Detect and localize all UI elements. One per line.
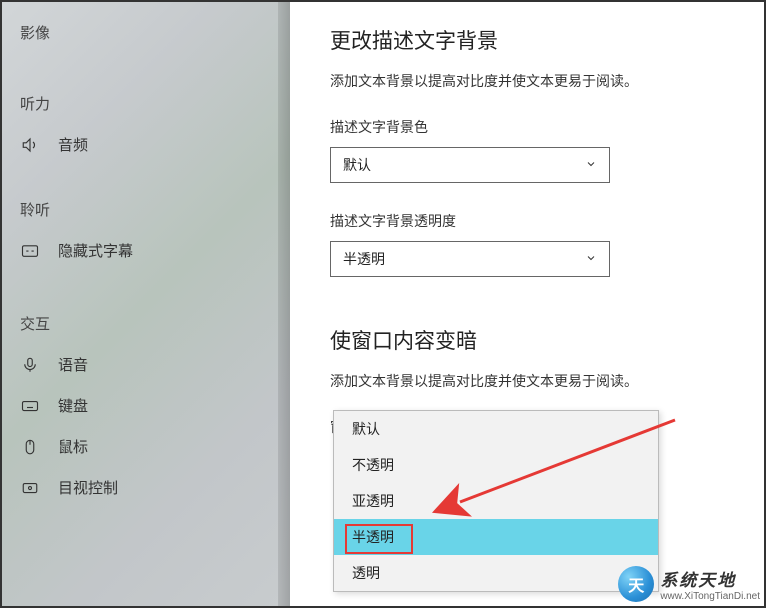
select-bg-opacity[interactable]: 半透明 (330, 241, 610, 277)
chevron-down-icon (585, 251, 597, 267)
captions-icon (20, 241, 40, 261)
chevron-down-icon (585, 157, 597, 173)
watermark-logo: 天 系统天地 www.XiTongTianDi.net (618, 566, 760, 602)
section-title-dim-window: 使窗口内容变暗 (330, 325, 741, 355)
select-bg-color[interactable]: 默认 (330, 147, 610, 183)
watermark-cn: 系统天地 (660, 566, 760, 591)
sidebar-item-eye-control[interactable]: 目视控制 (0, 467, 290, 508)
eye-control-icon (20, 478, 40, 498)
sidebar-item-keyboard[interactable]: 键盘 (0, 385, 290, 426)
field-label-bg-opacity: 描述文字背景透明度 (330, 211, 741, 231)
dropdown-option-opaque[interactable]: 不透明 (334, 447, 658, 483)
sidebar-item-captions[interactable]: 隐藏式字幕 (0, 230, 290, 271)
dropdown-option-semitranslucent[interactable]: 半透明 (334, 519, 658, 555)
section-title-caption-bg: 更改描述文字背景 (330, 25, 741, 55)
sidebar-item-label: 键盘 (58, 395, 88, 416)
sidebar-item-label: 音频 (58, 134, 88, 155)
dropdown-window-color: 默认 不透明 亚透明 半透明 透明 (333, 410, 659, 592)
select-value: 默认 (343, 155, 371, 175)
sidebar-item-label: 语音 (58, 354, 88, 375)
dropdown-option-subtranslucent[interactable]: 亚透明 (334, 483, 658, 519)
dropdown-option-transparent[interactable]: 透明 (334, 555, 658, 591)
keyboard-icon (20, 396, 40, 416)
field-label-bg-color: 描述文字背景色 (330, 117, 741, 137)
microphone-icon (20, 355, 40, 375)
sidebar-section-interaction: 交互 (0, 301, 290, 344)
sidebar-item-label: 隐藏式字幕 (58, 240, 133, 261)
sidebar-section-listen: 聆听 (0, 187, 290, 230)
sidebar-item-audio[interactable]: 音频 (0, 124, 290, 165)
sidebar: 影像 听力 音频 聆听 隐藏式字幕 交互 语音 键盘 (0, 0, 290, 608)
section-desc: 添加文本背景以提高对比度并使文本更易于阅读。 (330, 71, 741, 91)
sidebar-item-speech[interactable]: 语音 (0, 344, 290, 385)
sidebar-item-mouse[interactable]: 鼠标 (0, 426, 290, 467)
sidebar-section-hearing: 听力 (0, 81, 290, 124)
watermark-orb: 天 (618, 566, 654, 602)
volume-icon (20, 135, 40, 155)
watermark-domain: www.XiTongTianDi.net (660, 591, 760, 602)
section-desc: 添加文本背景以提高对比度并使文本更易于阅读。 (330, 371, 741, 391)
dropdown-option-default[interactable]: 默认 (334, 411, 658, 447)
mouse-icon (20, 437, 40, 457)
select-value: 半透明 (343, 249, 385, 269)
sidebar-section-video: 影像 (0, 10, 290, 53)
sidebar-item-label: 鼠标 (58, 436, 88, 457)
sidebar-item-label: 目视控制 (58, 477, 118, 498)
